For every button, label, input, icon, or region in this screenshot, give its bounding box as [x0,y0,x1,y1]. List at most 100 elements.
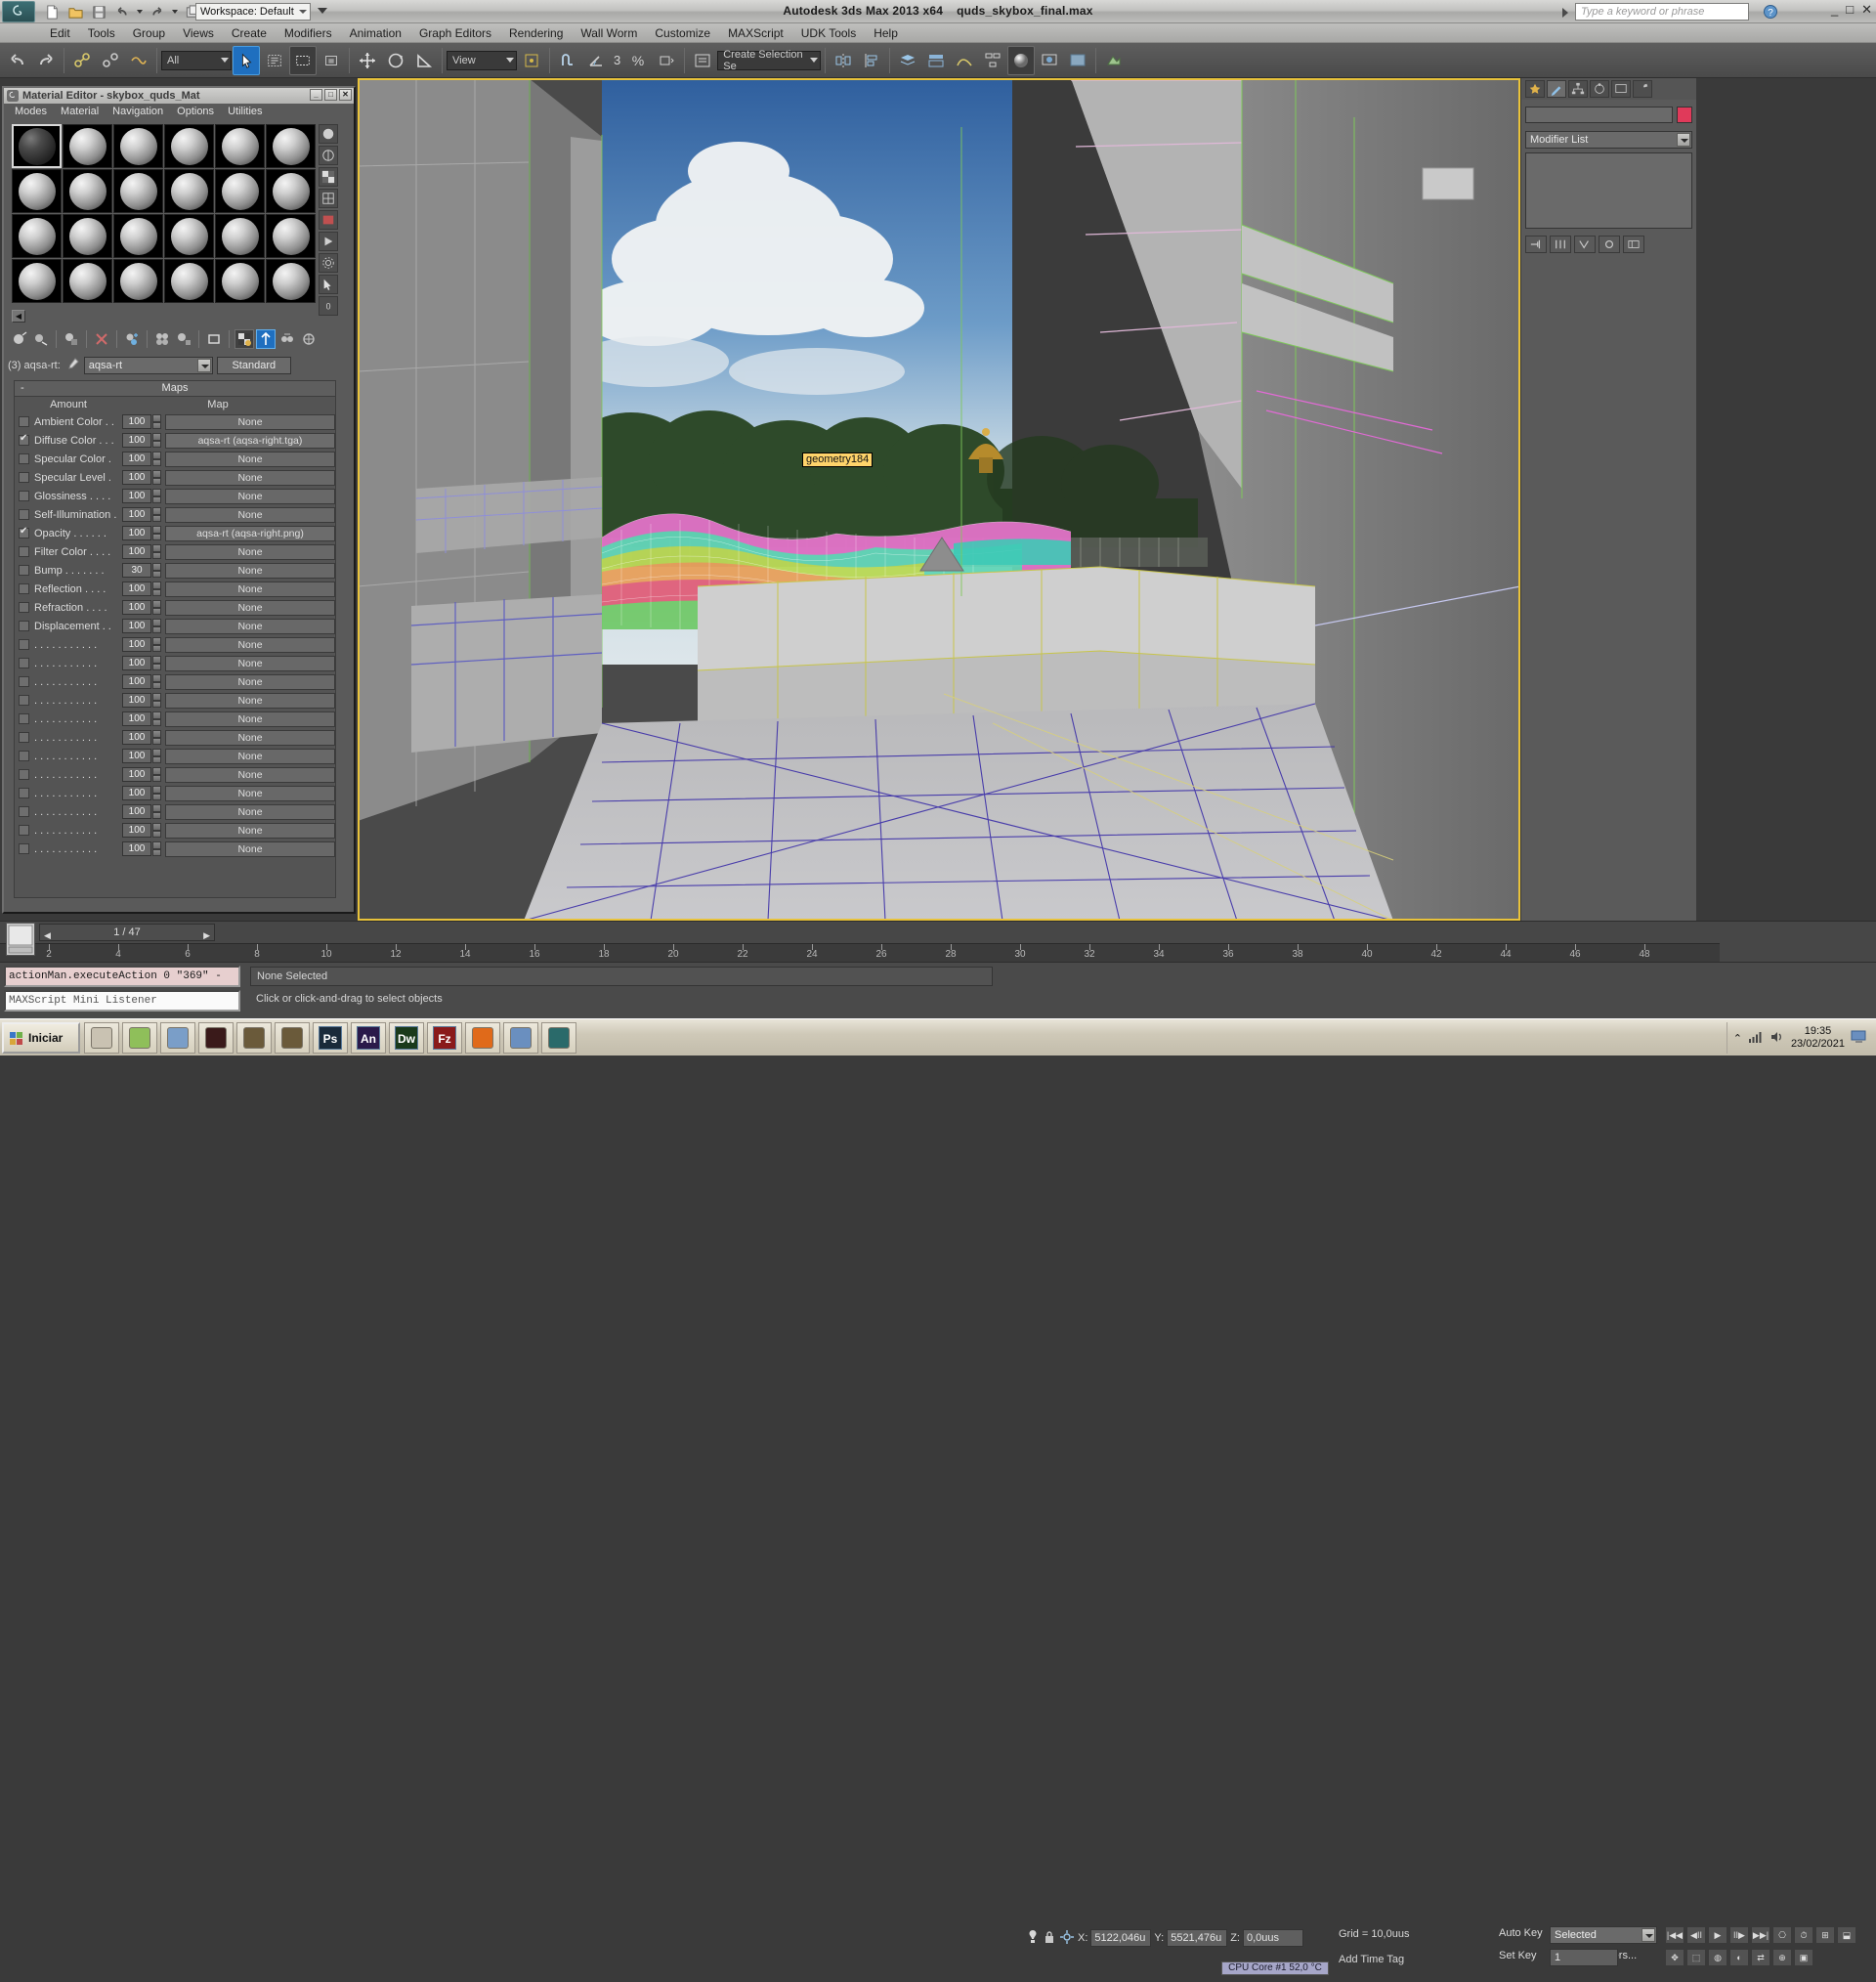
map-amount-spinner[interactable] [152,452,161,466]
maxscript-listener-output[interactable]: actionMan.executeAction 0 "369" - [4,966,240,987]
maximize-button[interactable]: □ [1846,3,1854,17]
menu-item-customize[interactable]: Customize [646,24,719,42]
coord-y-field[interactable]: 5521,476u [1167,1929,1228,1947]
video-color-check-icon[interactable] [319,210,338,230]
me-menu-item-modes[interactable]: Modes [8,106,54,117]
material-slot[interactable] [164,259,214,303]
select-by-name-icon[interactable] [261,46,288,75]
map-amount-field[interactable]: 100 [122,489,151,503]
map-amount-field[interactable]: 100 [122,823,151,838]
taskbar-item-filezilla-icon[interactable]: Fz [427,1022,462,1054]
map-button[interactable]: aqsa-rt (aqsa-right.png) [165,525,335,541]
map-button[interactable]: None [165,599,335,616]
material-editor-icon[interactable] [1007,45,1036,75]
map-enable-checkbox[interactable] [19,433,29,446]
map-amount-field[interactable]: 100 [122,507,151,522]
snap-toggle-icon[interactable] [554,46,581,75]
edit-named-selection-sets-icon[interactable] [689,46,716,75]
spinner-snap-icon[interactable] [653,46,680,75]
map-button[interactable]: None [165,506,335,523]
menu-item-modifiers[interactable]: Modifiers [276,24,341,42]
map-amount-field[interactable]: 100 [122,730,151,745]
taskbar-item-dreamweaver-icon[interactable]: Dw [389,1022,424,1054]
pin-stack-icon[interactable] [1525,236,1547,253]
field-of-view-icon[interactable]: ◐ [1729,1949,1749,1966]
start-button[interactable]: Iniciar [2,1022,80,1054]
zoom-all-icon[interactable]: ⊕ [1772,1949,1792,1966]
map-amount-field[interactable]: 100 [122,711,151,726]
time-configuration-icon[interactable]: ⏱ [1794,1926,1813,1944]
map-enable-checkbox[interactable] [19,825,29,836]
map-button[interactable]: None [165,692,335,709]
map-amount-spinner[interactable] [152,507,161,522]
min-max-toggle-icon[interactable]: ▣ [1794,1949,1813,1966]
map-enable-checkbox[interactable] [19,713,29,724]
curve-editor-icon[interactable] [951,46,978,75]
redo-tool-icon[interactable] [32,46,60,75]
map-amount-spinner[interactable] [152,619,161,633]
rendered-frame-window-icon[interactable] [1064,46,1091,75]
me-menu-item-utilities[interactable]: Utilities [221,106,269,117]
set-key-button[interactable]: Set Key [1499,1950,1537,1961]
material-slot[interactable] [215,124,265,168]
coord-z-field[interactable]: 0,0uus [1242,1929,1303,1947]
map-amount-spinner[interactable] [152,767,161,782]
configure-modifier-sets-icon[interactable] [1623,236,1644,253]
map-amount-spinner[interactable] [152,637,161,652]
volume-icon[interactable] [1769,1030,1785,1047]
reference-coordinate-dropdown[interactable]: View [447,50,517,70]
map-button[interactable]: None [165,488,335,504]
angle-snap-icon[interactable] [582,46,610,75]
map-button[interactable]: None [165,803,335,820]
make-material-copy-icon[interactable] [122,329,142,349]
make-unique-stack-icon[interactable] [1574,236,1596,253]
material-slot-scroll[interactable]: ◀ [12,310,317,323]
map-enable-checkbox[interactable] [19,602,29,613]
map-amount-spinner[interactable] [152,693,161,708]
show-desktop-icon[interactable] [1851,1030,1868,1047]
map-enable-checkbox[interactable] [19,695,29,706]
track-bar[interactable]: ◀ 1 / 47 ▶ 2 4 6 8 10 12 14 16 18 20 22 24 26 28 30 32 3… [0,921,1876,963]
map-enable-checkbox[interactable] [19,472,29,483]
previous-frame-icon[interactable]: ◀II [1686,1926,1706,1944]
taskbar-item-tool-shield2-icon[interactable] [275,1022,310,1054]
map-button[interactable]: None [165,469,335,486]
background-checker-icon[interactable] [319,167,338,187]
map-enable-checkbox[interactable] [19,453,29,464]
coord-x-field[interactable]: 5122,046u [1090,1929,1152,1947]
map-button[interactable]: None [165,543,335,560]
mirror-icon[interactable] [830,46,857,75]
put-material-to-scene-icon[interactable] [31,329,51,349]
map-enable-checkbox[interactable] [19,751,29,761]
use-pivot-point-center-icon[interactable] [518,46,545,75]
material-map-navigator-icon[interactable] [299,329,319,349]
render-production-icon[interactable] [1100,46,1128,75]
show-shaded-material-in-viewport-icon[interactable] [204,329,224,349]
map-amount-spinner[interactable] [152,674,161,689]
zoom-region-icon[interactable]: ⬚ [1686,1949,1706,1966]
material-slot[interactable] [12,214,62,258]
go-forward-to-sibling-icon[interactable] [277,329,297,349]
chevron-down-icon[interactable] [1677,133,1690,147]
orbit-icon[interactable]: ◍ [1708,1949,1727,1966]
map-button[interactable]: None [165,766,335,783]
percent-snap-icon[interactable]: % [624,46,652,75]
help-icon[interactable]: ? [1763,4,1778,20]
selection-filter-dropdown[interactable]: All [161,50,232,70]
align-icon[interactable] [858,46,885,75]
taskbar-item-photoshop-icon[interactable]: Ps [313,1022,348,1054]
maps-rollout-header[interactable]: - Maps [15,381,335,397]
map-amount-spinner[interactable] [152,841,161,856]
tab-display[interactable] [1611,80,1631,98]
render-setup-icon[interactable] [1036,46,1063,75]
material-slot[interactable] [63,124,112,168]
material-slot[interactable] [164,169,214,213]
material-editor-window[interactable]: Material Editor - skybox_quds_Mat _ □ ✕ … [2,86,356,914]
map-enable-checkbox[interactable] [19,621,29,631]
rectangular-selection-region-icon[interactable] [289,45,317,75]
material-type-button[interactable]: Standard [216,357,291,374]
menu-item-rendering[interactable]: Rendering [500,24,572,42]
map-amount-spinner[interactable] [152,563,161,578]
modifier-list-dropdown[interactable]: Modifier List [1525,131,1692,149]
close-button[interactable]: ✕ [1861,3,1872,17]
